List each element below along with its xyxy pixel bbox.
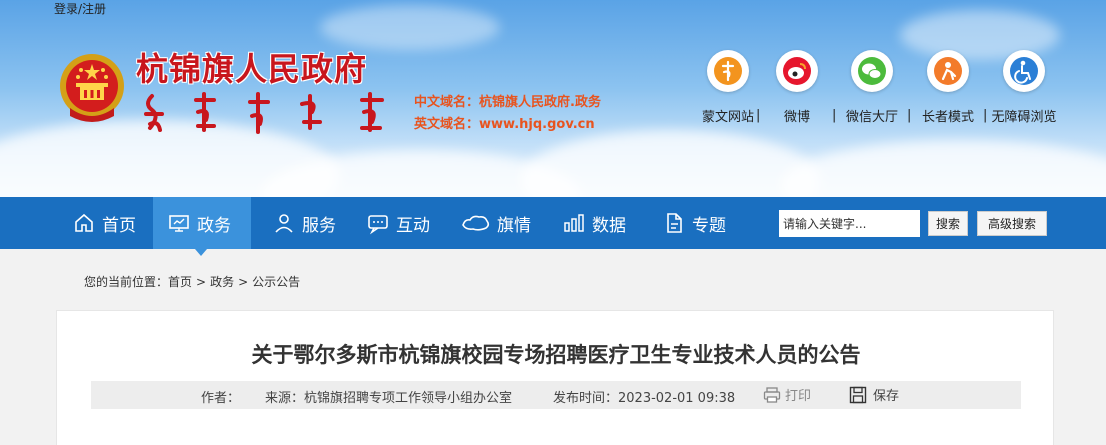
nav-item-services[interactable]: 服务 — [272, 197, 352, 249]
nav-item-government-affairs[interactable]: 政务 — [153, 197, 251, 249]
breadcrumb-separator: > — [238, 275, 249, 289]
active-tab-indicator — [195, 249, 207, 256]
quick-link-wechat-hall[interactable]: 微信大厅 — [842, 50, 902, 130]
site-title: 杭锦旗人民政府 — [136, 50, 368, 88]
national-emblem-icon — [60, 54, 124, 122]
print-label: 打印 — [785, 389, 812, 404]
chat-icon — [368, 215, 388, 235]
print-button[interactable]: 打印 — [763, 385, 811, 404]
quick-link-label: 微信大厅 — [845, 110, 898, 125]
printer-icon — [763, 386, 781, 403]
quick-link-label: 长者模式 — [921, 110, 974, 125]
nav-label: 专题 — [692, 215, 726, 236]
save-label: 保存 — [873, 389, 900, 404]
article-title: 关于鄂尔多斯市杭锦旗校园专场招聘医疗卫生专业技术人员的公告 — [251, 343, 861, 367]
breadcrumb-separator: > — [196, 275, 207, 289]
search-input[interactable] — [779, 210, 920, 237]
save-button[interactable]: 保存 — [849, 385, 899, 404]
nav-label: 旗情 — [497, 215, 531, 236]
nav-label: 互动 — [396, 215, 430, 236]
domain-en: 英文域名：www.hjq.gov.cn — [414, 117, 595, 132]
domain-info: 中文域名：杭锦旗人民政府.政务 英文域名：www.hjq.gov.cn — [414, 92, 601, 136]
breadcrumb-home[interactable]: 首页 — [168, 275, 192, 289]
bar-chart-icon — [564, 214, 584, 232]
mongolian-site-name-logo — [144, 92, 384, 134]
login-register-link[interactable]: 登录/注册 — [54, 0, 106, 17]
search-button[interactable]: 搜索 — [928, 211, 968, 236]
nav-item-banner-info[interactable]: 旗情 — [461, 197, 541, 249]
author-label: 作者： — [201, 391, 241, 406]
nav-item-interaction[interactable]: 互动 — [366, 197, 446, 249]
monitor-icon — [169, 215, 189, 232]
elder-icon — [934, 57, 962, 85]
domain-cn: 中文域名：杭锦旗人民政府.政务 — [414, 95, 601, 110]
article-meta-bar: 作者： 来源：杭锦旗招聘专项工作领导小组办公室 发布时间：2023-02-01 … — [91, 381, 1021, 409]
article-source: 来源：杭锦旗招聘专项工作领导小组办公室 — [265, 391, 513, 406]
document-icon — [667, 213, 682, 233]
person-icon — [275, 214, 293, 233]
nav-label: 首页 — [102, 215, 136, 236]
divider: | — [832, 108, 837, 123]
advanced-search-button[interactable]: 高级搜索 — [977, 211, 1047, 236]
nav-item-home[interactable]: 首页 — [72, 197, 152, 249]
quick-link-weibo[interactable]: 微博 — [776, 50, 818, 130]
divider: | — [983, 108, 988, 123]
quick-link-label: 无障碍浏览 — [991, 110, 1057, 125]
divider: | — [907, 108, 912, 123]
quick-link-elder-mode[interactable]: 长者模式 — [918, 50, 978, 130]
weibo-icon — [783, 57, 811, 85]
breadcrumb-prefix: 您的当前位置： — [84, 275, 169, 289]
save-icon — [849, 386, 867, 403]
divider: | — [756, 108, 761, 123]
breadcrumb-announcements[interactable]: 公示公告 — [252, 275, 300, 289]
accessibility-icon — [1010, 57, 1038, 85]
home-icon — [75, 213, 93, 232]
map-icon — [462, 215, 490, 231]
site-header: 登录/注册 杭锦旗人民政府 中文域名：杭锦旗人民政府.政务 英文域名：www.h… — [0, 0, 1106, 197]
nav-item-data[interactable]: 数据 — [562, 197, 642, 249]
breadcrumb: 您的当前位置：首页 > 政务 > 公示公告 — [84, 273, 304, 290]
nav-item-topics[interactable]: 专题 — [662, 197, 742, 249]
nav-label: 数据 — [592, 215, 626, 236]
breadcrumb-government-affairs[interactable]: 政务 — [210, 275, 234, 289]
wechat-icon — [858, 57, 886, 85]
nav-label: 政务 — [197, 215, 231, 236]
nav-label: 服务 — [302, 215, 336, 236]
publish-time: 发布时间：2023-02-01 09:38 — [553, 391, 736, 406]
quick-link-accessibility[interactable]: 无障碍浏览 — [988, 50, 1060, 130]
article-panel: 关于鄂尔多斯市杭锦旗校园专场招聘医疗卫生专业技术人员的公告 作者： 来源：杭锦旗… — [56, 310, 1054, 445]
mongolian-script-icon — [714, 57, 742, 85]
quick-link-label: 微博 — [783, 110, 810, 125]
